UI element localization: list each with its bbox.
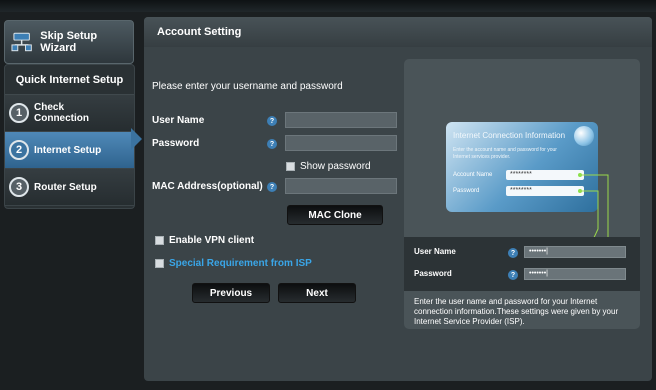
step-label: Internet Setup xyxy=(34,144,102,156)
step-internet-setup[interactable]: 2 Internet Setup xyxy=(5,132,134,169)
show-password-label: Show password xyxy=(300,161,371,172)
active-step-arrow-icon xyxy=(131,128,142,150)
show-password-row[interactable]: Show password xyxy=(286,161,371,172)
step-label-line: Connection xyxy=(34,113,89,124)
step-number-3: 3 xyxy=(9,177,29,197)
vpn-client-row[interactable]: Enable VPN client xyxy=(155,235,254,246)
top-bar xyxy=(0,0,656,12)
step-number-1: 1 xyxy=(9,103,29,123)
isp-info-illustration: Internet Connection Information Enter th… xyxy=(404,59,640,329)
step-number-2: 2 xyxy=(9,140,29,160)
vpn-client-label: Enable VPN client xyxy=(169,235,255,246)
user-name-label: User Name xyxy=(152,115,205,126)
isp-help-text: Enter the user name and password for you… xyxy=(414,297,619,326)
quick-internet-setup-panel: Quick Internet Setup 1 Check Connection … xyxy=(4,64,135,209)
skip-setup-wizard-button[interactable]: Skip Setup Wizard xyxy=(4,20,134,64)
next-button[interactable]: Next xyxy=(278,283,356,303)
instruction-text: Please enter your username and password xyxy=(152,81,343,92)
step-label-line: Check xyxy=(34,102,65,113)
step-label: Router Setup xyxy=(34,181,97,193)
isp-requirement-checkbox[interactable] xyxy=(155,259,164,268)
help-icon[interactable]: ? xyxy=(267,139,277,149)
previous-button[interactable]: Previous xyxy=(192,283,270,303)
main-panel: Account Setting Please enter your userna… xyxy=(144,17,652,381)
sample-password-field: •••••••| xyxy=(524,268,626,280)
step-check-connection[interactable]: 1 Check Connection xyxy=(5,95,134,132)
help-icon: ? xyxy=(508,248,518,258)
mac-address-label: MAC Address(optional) xyxy=(152,181,263,192)
password-input[interactable] xyxy=(285,135,397,151)
help-icon[interactable]: ? xyxy=(267,182,277,192)
mac-clone-button[interactable]: MAC Clone xyxy=(287,205,383,225)
help-icon: ? xyxy=(508,270,518,280)
sample-user-name-field: •••••••| xyxy=(524,246,626,258)
help-icon[interactable]: ? xyxy=(267,116,277,126)
step-router-setup[interactable]: 3 Router Setup xyxy=(5,169,134,206)
user-name-input[interactable] xyxy=(285,112,397,128)
skip-setup-wizard-label: Skip Setup Wizard xyxy=(40,30,98,54)
sample-password-label: Password xyxy=(414,269,452,278)
step-label: Check Connection xyxy=(34,102,89,124)
page-title: Account Setting xyxy=(144,17,652,47)
isp-requirement-link[interactable]: Special Requirement from ISP xyxy=(169,258,312,269)
sample-user-name-label: User Name xyxy=(414,247,456,256)
isp-requirement-row[interactable]: Special Requirement from ISP xyxy=(155,258,312,269)
vpn-client-checkbox[interactable] xyxy=(155,236,164,245)
password-label: Password xyxy=(152,138,200,149)
show-password-checkbox[interactable] xyxy=(286,162,295,171)
qis-panel-title: Quick Internet Setup xyxy=(5,65,134,95)
sample-entry-panel: User Name ? •••••••| Password ? •••••••| xyxy=(404,237,640,291)
mac-address-input[interactable] xyxy=(285,178,397,194)
sidebar: Skip Setup Wizard Quick Internet Setup 1… xyxy=(0,12,142,390)
network-icon xyxy=(11,32,32,52)
